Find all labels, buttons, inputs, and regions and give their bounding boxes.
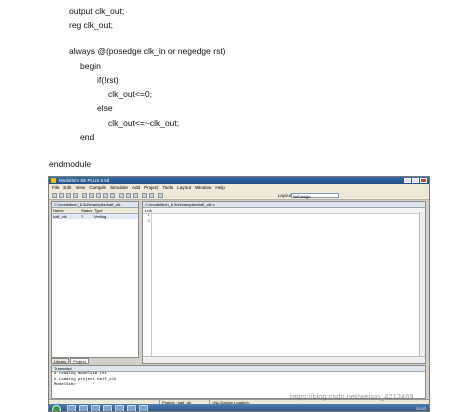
menu-bar: File Edit View Compile Simulate Add Proj… bbox=[49, 184, 429, 191]
code-line: clk_out<=0; bbox=[108, 89, 152, 99]
code-listing: output clk_out; reg clk_out; always @(po… bbox=[0, 0, 474, 174]
compile-all-icon[interactable] bbox=[133, 193, 138, 198]
code-line: clk_out<=~clk_out; bbox=[108, 118, 180, 128]
transcript-prompt[interactable]: ModelSim> bbox=[52, 383, 425, 389]
tab-library[interactable]: Library bbox=[51, 358, 70, 364]
code-line: end bbox=[80, 132, 95, 142]
line-number-header: Ln# bbox=[143, 208, 425, 214]
line-number: 2 bbox=[147, 218, 150, 223]
code-line: always @(posedge clk_in or negedge rst) bbox=[69, 46, 226, 56]
print-icon[interactable] bbox=[73, 193, 78, 198]
taskbar-app-icon[interactable] bbox=[103, 405, 112, 411]
layout-select[interactable]: NoDesign bbox=[291, 193, 339, 199]
layout-label: Layout bbox=[278, 193, 291, 198]
compile-icon[interactable] bbox=[126, 193, 131, 198]
undo-icon[interactable] bbox=[103, 193, 108, 198]
menu-layout[interactable]: Layout bbox=[177, 184, 191, 191]
menu-add[interactable]: Add bbox=[132, 184, 140, 191]
help-icon[interactable] bbox=[158, 193, 163, 198]
cut-icon[interactable] bbox=[82, 193, 87, 198]
redo-icon[interactable] bbox=[110, 193, 115, 198]
tab-project[interactable]: Project bbox=[70, 358, 89, 364]
code-line: output clk_out; bbox=[69, 6, 125, 16]
column-name[interactable]: Name bbox=[52, 208, 80, 213]
menu-help[interactable]: Help bbox=[215, 184, 224, 191]
taskbar-clock: 20:33 bbox=[415, 406, 426, 411]
taskbar-app-icon[interactable] bbox=[127, 405, 136, 411]
file-status: ? bbox=[81, 214, 84, 219]
find-icon[interactable] bbox=[119, 193, 124, 198]
menu-compile[interactable]: Compile bbox=[89, 184, 106, 191]
watermark: https://blog.csdn.net/weixin_4212469 bbox=[290, 392, 414, 401]
menu-project[interactable]: Project bbox=[144, 184, 158, 191]
copy-icon[interactable] bbox=[89, 193, 94, 198]
file-type: Verilog bbox=[94, 214, 107, 219]
taskbar-app-icon[interactable] bbox=[91, 405, 100, 411]
code-line: if(!rst) bbox=[97, 75, 119, 85]
menu-view[interactable]: View bbox=[75, 184, 85, 191]
modelsim-window: ModelSim SE PLUS 6.5d File Edit View Com… bbox=[48, 176, 430, 412]
menu-file[interactable]: File bbox=[52, 184, 59, 191]
break-icon[interactable] bbox=[149, 193, 154, 198]
code-line: reg clk_out; bbox=[69, 20, 113, 30]
title-bar: ModelSim SE PLUS 6.5d bbox=[49, 177, 429, 184]
vertical-scrollbar[interactable] bbox=[419, 212, 425, 357]
taskbar-app-icon[interactable] bbox=[79, 405, 88, 411]
simulate-icon[interactable] bbox=[142, 193, 147, 198]
line-gutter: 1 2 bbox=[143, 212, 152, 363]
save-icon[interactable] bbox=[66, 193, 71, 198]
menu-tools[interactable]: Tools bbox=[162, 184, 173, 191]
new-file-icon[interactable] bbox=[52, 193, 57, 198]
project-file-row[interactable]: half_clk ? Verilog bbox=[52, 214, 138, 219]
taskbar-app-icon[interactable] bbox=[67, 405, 76, 411]
window-controls bbox=[404, 178, 427, 183]
minimize-button[interactable] bbox=[404, 178, 411, 183]
code-line: begin bbox=[80, 61, 101, 71]
start-button-icon[interactable] bbox=[52, 405, 61, 411]
paste-icon[interactable] bbox=[96, 193, 101, 198]
menu-window[interactable]: Window bbox=[195, 184, 211, 191]
modelsim-logo-icon bbox=[51, 178, 56, 183]
taskbar-app-icon[interactable] bbox=[115, 405, 124, 411]
open-folder-icon[interactable] bbox=[59, 193, 64, 198]
maximize-button[interactable] bbox=[412, 178, 419, 183]
column-type[interactable]: Type bbox=[93, 208, 106, 213]
code-line: endmodule bbox=[49, 159, 92, 169]
menu-edit[interactable]: Edit bbox=[63, 184, 71, 191]
os-taskbar: 20:33 bbox=[49, 404, 429, 411]
menu-simulate[interactable]: Simulate bbox=[110, 184, 128, 191]
project-pane-tabs: Library Project bbox=[51, 358, 89, 364]
project-pane: C:/modeltech_6.5d/examples/half_clk Name… bbox=[51, 201, 139, 358]
column-status[interactable]: Status bbox=[80, 208, 93, 213]
window-title: ModelSim SE PLUS 6.5d bbox=[59, 178, 110, 183]
close-button[interactable] bbox=[420, 178, 427, 183]
horizontal-scrollbar[interactable] bbox=[143, 356, 425, 363]
code-line: else bbox=[97, 103, 113, 113]
toolbar: Layout NoDesign bbox=[49, 191, 429, 200]
source-editor[interactable]: C:/modeltech_6.5d/examples/half_clk.v Ln… bbox=[142, 201, 426, 364]
file-name: half_clk bbox=[53, 214, 67, 219]
taskbar-app-icon[interactable] bbox=[139, 405, 148, 411]
